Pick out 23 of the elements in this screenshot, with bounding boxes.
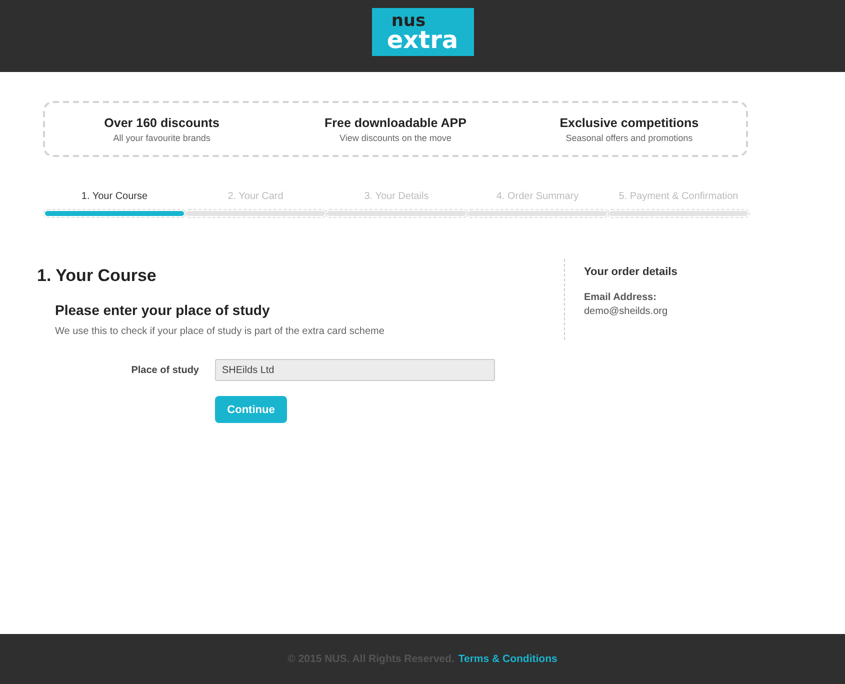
step-label[interactable]: 3. Your Details xyxy=(327,191,466,202)
benefit-subtitle: View discounts on the move xyxy=(340,132,452,142)
section-description: We use this to check if your place of study is part of the extra card scheme xyxy=(55,326,386,337)
section-heading: Please enter your place of study xyxy=(55,302,271,318)
step-label[interactable]: 2. Your Card xyxy=(186,191,325,202)
benefit-subtitle: Seasonal offers and promotions xyxy=(566,132,693,142)
continue-button[interactable]: Continue xyxy=(215,396,287,423)
logo-text: extra xyxy=(386,28,458,52)
benefit-title: Over 160 discounts xyxy=(104,116,220,130)
field-label: Place of study xyxy=(130,364,200,376)
input-field[interactable]: SHEilds Ltd xyxy=(215,359,495,381)
terms-link[interactable]: Terms & Conditions xyxy=(458,653,558,665)
benefit-title: Free downloadable APP xyxy=(324,116,466,130)
logo-text: nus xyxy=(391,12,426,30)
benefit-title: Exclusive competitions xyxy=(560,116,699,130)
step-label[interactable]: 4. Order Summary xyxy=(468,191,607,202)
email-value: demo@sheilds.org xyxy=(584,306,669,317)
step-label[interactable]: 1. Your Course xyxy=(45,191,184,202)
benefit-subtitle: All your favourite brands xyxy=(113,132,210,142)
email-label: Email Address: xyxy=(584,292,658,303)
order-details-title: Your order details xyxy=(584,266,678,278)
step-label[interactable]: 5. Payment & Confirmation xyxy=(609,191,748,202)
section-title: 1. Your Course xyxy=(37,266,158,286)
